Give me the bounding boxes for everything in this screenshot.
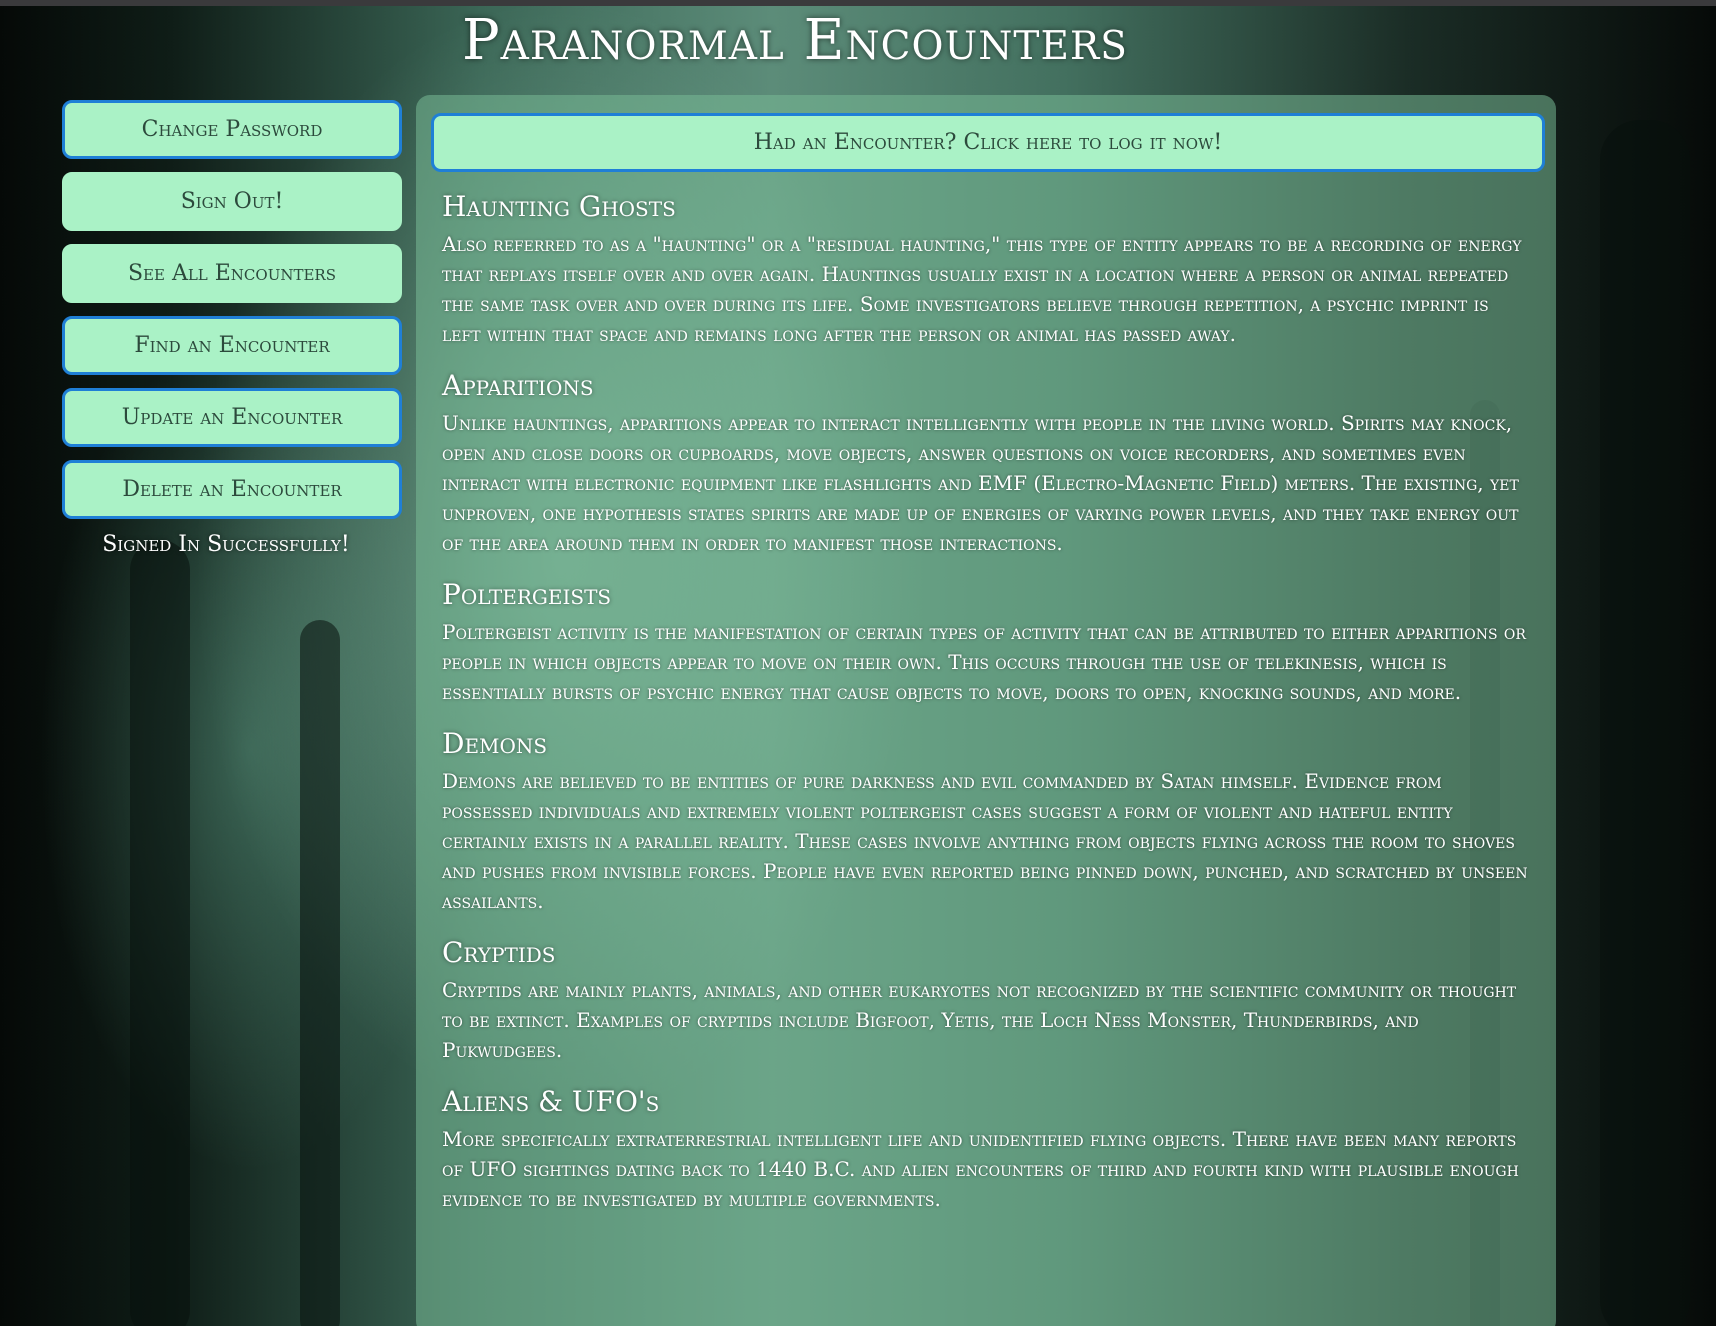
section-haunting-ghosts: Haunting Ghosts Also referred to as a "h…	[434, 190, 1538, 349]
browser-top-bar	[0, 0, 1716, 6]
background-tree	[130, 540, 190, 1326]
section-heading: Cryptids	[442, 936, 556, 969]
site-title: Paranormal Encounters	[461, 8, 1128, 73]
update-encounter-button[interactable]: Update an Encounter	[62, 388, 402, 447]
main-content-panel: Had an Encounter? Click here to log it n…	[416, 95, 1556, 1326]
status-message: Signed In Successfully!	[102, 532, 350, 557]
section-heading: Poltergeists	[442, 578, 612, 611]
background-tree	[300, 620, 340, 1326]
section-body: Poltergeist activity is the manifestatio…	[442, 620, 1526, 704]
sign-out-button[interactable]: Sign Out!	[62, 172, 402, 231]
log-encounter-button[interactable]: Had an Encounter? Click here to log it n…	[431, 113, 1545, 172]
section-body: More specifically extraterrestrial intel…	[442, 1127, 1519, 1211]
see-all-encounters-button[interactable]: See All Encounters	[62, 244, 402, 303]
find-encounter-button[interactable]: Find an Encounter	[62, 316, 402, 375]
section-body: Cryptids are mainly plants, animals, and…	[442, 978, 1517, 1062]
section-cryptids: Cryptids Cryptids are mainly plants, ani…	[434, 936, 1538, 1065]
section-apparitions: Apparitions Unlike hauntings, apparition…	[434, 369, 1538, 558]
section-heading: Aliens & UFO's	[442, 1085, 660, 1118]
section-heading: Demons	[442, 727, 548, 760]
delete-encounter-button[interactable]: Delete an Encounter	[62, 460, 402, 519]
background-tree	[1600, 120, 1690, 1326]
section-body: Also referred to as a "haunting" or a "r…	[442, 232, 1522, 346]
section-demons: Demons Demons are believed to be entitie…	[434, 727, 1538, 916]
section-body: Demons are believed to be entities of pu…	[442, 769, 1528, 913]
section-heading: Haunting Ghosts	[442, 190, 676, 223]
section-heading: Apparitions	[442, 369, 594, 402]
change-password-button[interactable]: Change Password	[62, 100, 402, 159]
sidebar-nav: Change Password Sign Out! See All Encoun…	[62, 100, 402, 557]
section-body: Unlike hauntings, apparitions appear to …	[442, 411, 1519, 555]
section-poltergeists: Poltergeists Poltergeist activity is the…	[434, 578, 1538, 707]
section-aliens-ufos: Aliens & UFO's More specifically extrate…	[434, 1085, 1538, 1214]
